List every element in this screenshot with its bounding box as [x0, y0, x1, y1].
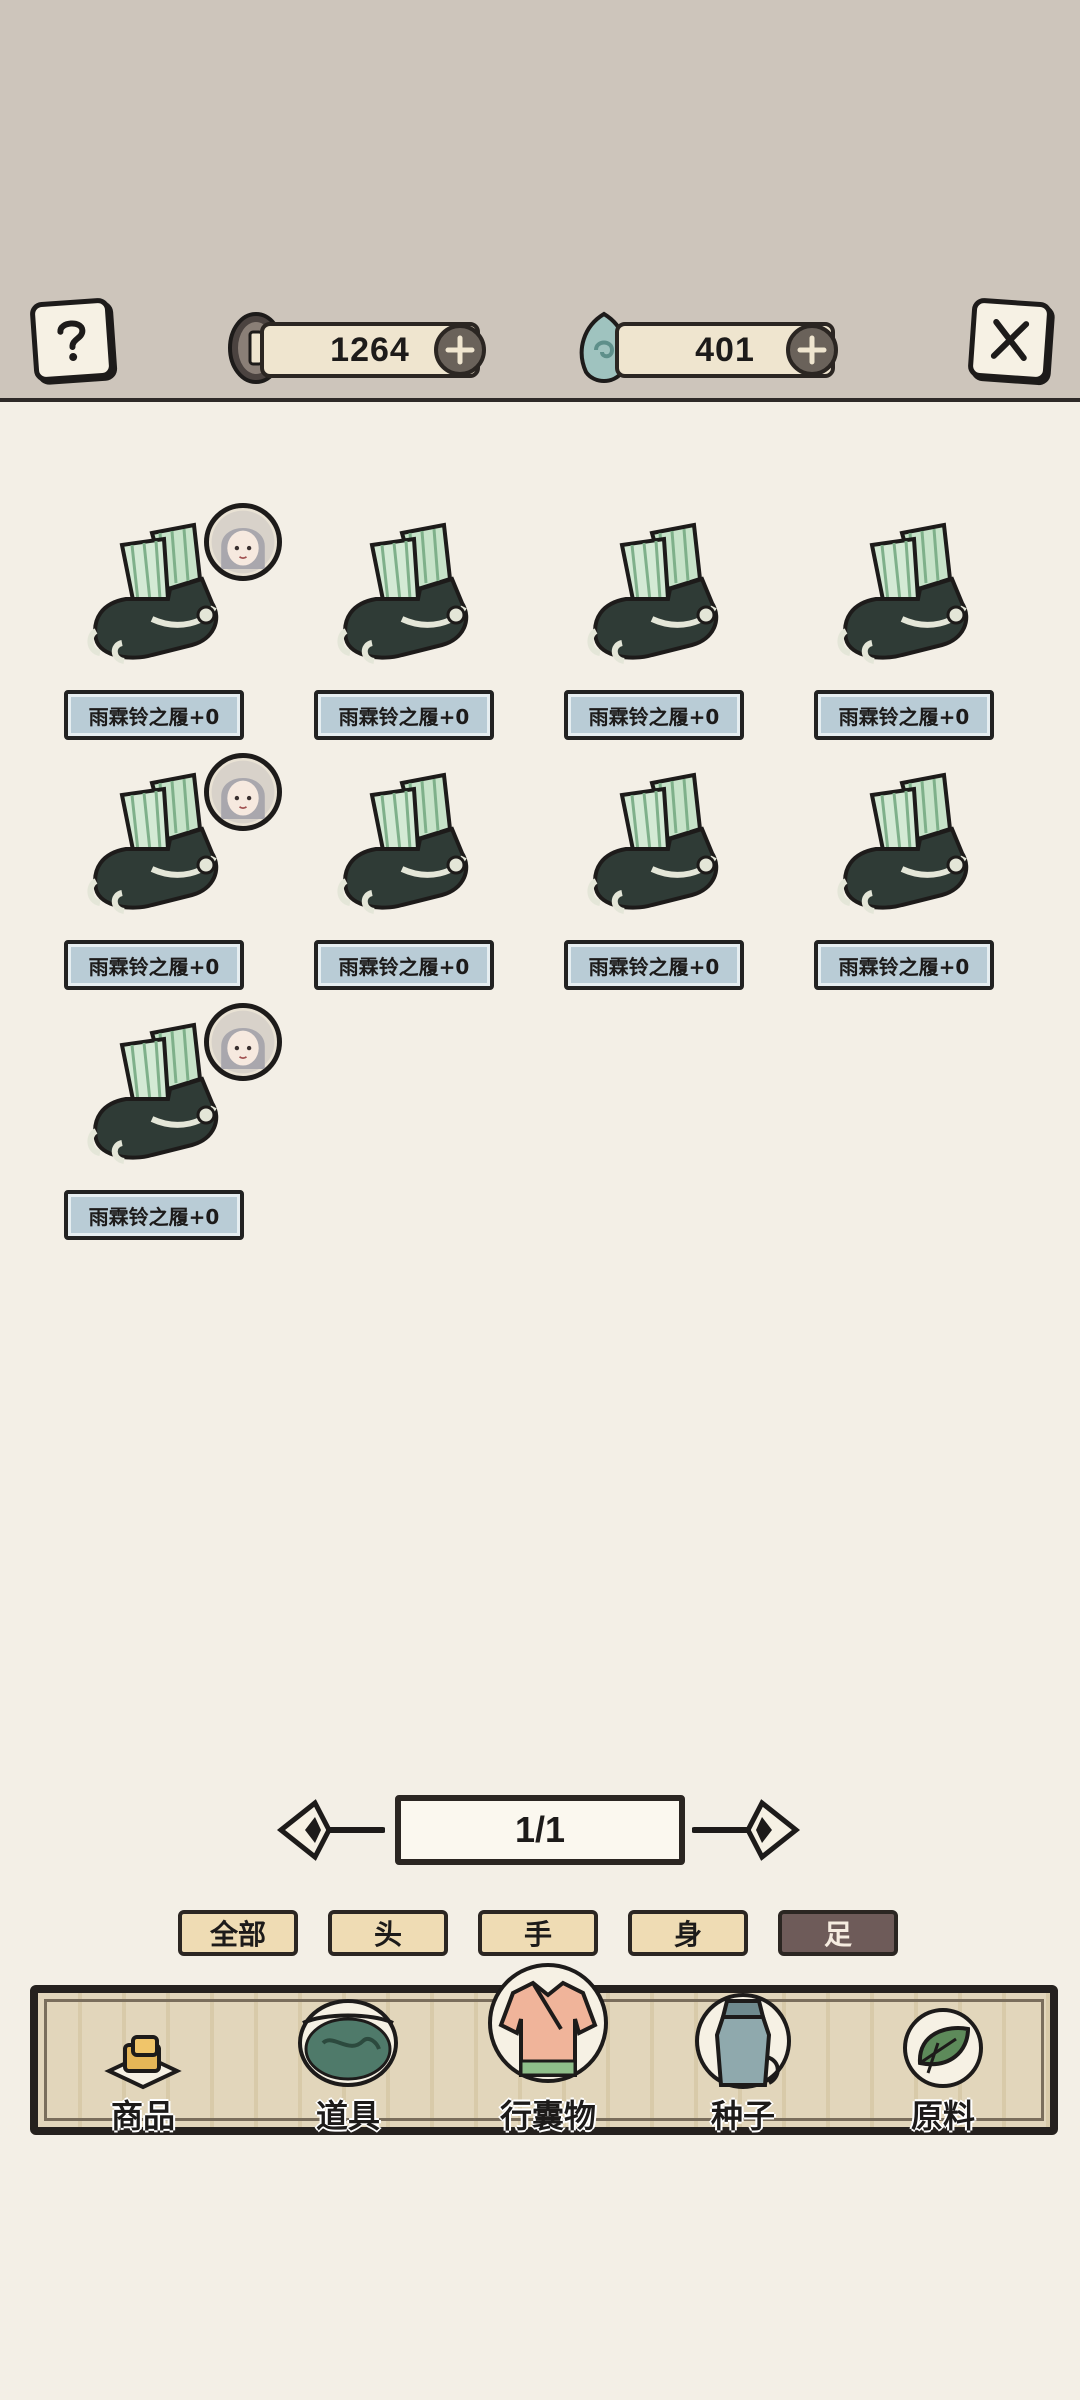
- add-gem-button[interactable]: [786, 324, 838, 376]
- item-name: 雨霖铃之履+0: [338, 704, 470, 729]
- robe-icon: [488, 1963, 608, 2083]
- boot-icon: [587, 772, 719, 914]
- equipped-character-avatar: [204, 503, 282, 581]
- bottom-category-nav: 商品 道具 行囊物 种子 原料: [30, 1963, 1058, 2135]
- item-name-plate: 雨霖铃之履+0: [64, 1190, 244, 1240]
- top-bar: [0, 0, 1080, 400]
- seed-jar-icon: [695, 1993, 791, 2089]
- item-name: 雨霖铃之履+0: [88, 954, 220, 979]
- filter-tab-label: 全部: [209, 1918, 266, 1951]
- filter-tab-label: 手: [523, 1918, 552, 1951]
- slot-filter-tabs: 全部 头 手 身 足: [178, 1910, 902, 1956]
- item-name-plate: 雨霖铃之履+0: [64, 940, 244, 990]
- fish-bowl-icon: [298, 1999, 398, 2087]
- prev-page-arrow-icon[interactable]: [275, 1795, 385, 1865]
- equipment-item[interactable]: 雨霖铃之履+0: [64, 1003, 282, 1240]
- boot-icon: [837, 522, 969, 664]
- header-divider: [0, 398, 1080, 402]
- nav-item[interactable]: 道具: [273, 1993, 423, 2143]
- item-name: 雨霖铃之履+0: [838, 704, 970, 729]
- nav-item[interactable]: 行囊物: [473, 1963, 623, 2143]
- next-page-arrow-icon[interactable]: [692, 1795, 802, 1865]
- question-icon: [57, 320, 86, 361]
- nav-item-label: 原料: [910, 2097, 975, 2135]
- boot-icon: [837, 772, 969, 914]
- boot-icon: [587, 522, 719, 664]
- item-name-plate: 雨霖铃之履+0: [814, 940, 994, 990]
- item-name: 雨霖铃之履+0: [588, 954, 720, 979]
- equipment-item[interactable]: 雨霖铃之履+0: [564, 755, 744, 990]
- equipment-item[interactable]: 雨霖铃之履+0: [64, 503, 282, 740]
- item-name: 雨霖铃之履+0: [88, 1204, 220, 1229]
- item-name-plate: 雨霖铃之履+0: [314, 690, 494, 740]
- filter-tab[interactable]: 头: [328, 1910, 448, 1956]
- filter-tab[interactable]: 足: [778, 1910, 898, 1956]
- item-name-plate: 雨霖铃之履+0: [314, 940, 494, 990]
- nav-item[interactable]: 种子: [668, 1993, 818, 2143]
- equipment-item[interactable]: 雨霖铃之履+0: [814, 755, 994, 990]
- nav-item-label: 行囊物: [499, 2097, 596, 2135]
- boot-icon: [337, 522, 469, 664]
- page-indicator: 1/1: [395, 1795, 685, 1865]
- leaf-icon: [903, 2008, 983, 2088]
- tofu-goods-icon: [104, 2035, 182, 2090]
- nav-item-label: 道具: [315, 2097, 380, 2135]
- page-number: 1/1: [514, 1809, 566, 1850]
- equipment-item[interactable]: 雨霖铃之履+0: [814, 505, 994, 740]
- filter-tab[interactable]: 全部: [178, 1910, 298, 1956]
- gem-amount: 401: [695, 330, 755, 369]
- help-button[interactable]: [29, 297, 115, 383]
- item-name: 雨霖铃之履+0: [838, 954, 970, 979]
- nav-item-label: 种子: [710, 2097, 775, 2135]
- item-name-plate: 雨霖铃之履+0: [64, 690, 244, 740]
- equipment-item[interactable]: 雨霖铃之履+0: [564, 505, 744, 740]
- item-name: 雨霖铃之履+0: [588, 704, 720, 729]
- nav-item[interactable]: 原料: [868, 1993, 1018, 2143]
- close-x-icon: [990, 318, 1030, 362]
- item-name-plate: 雨霖铃之履+0: [814, 690, 994, 740]
- filter-tab[interactable]: 身: [628, 1910, 748, 1956]
- nav-item-label: 商品: [110, 2097, 175, 2135]
- filter-tab[interactable]: 手: [478, 1910, 598, 1956]
- item-name: 雨霖铃之履+0: [88, 704, 220, 729]
- filter-tab-label: 身: [673, 1918, 702, 1951]
- close-button[interactable]: [967, 297, 1053, 383]
- plus-icon: [445, 335, 475, 365]
- item-name-plate: 雨霖铃之履+0: [564, 940, 744, 990]
- equipment-item[interactable]: 雨霖铃之履+0: [314, 505, 494, 740]
- equipped-character-avatar: [204, 753, 282, 831]
- nav-item[interactable]: 商品: [68, 1993, 218, 2143]
- coin-amount: 1264: [330, 330, 410, 369]
- item-name: 雨霖铃之履+0: [338, 954, 470, 979]
- equipped-character-avatar: [204, 1003, 282, 1081]
- boot-icon: [337, 772, 469, 914]
- filter-tab-label: 足: [823, 1918, 852, 1951]
- add-coin-button[interactable]: [434, 324, 486, 376]
- equipment-item[interactable]: 雨霖铃之履+0: [314, 755, 494, 990]
- plus-icon: [797, 335, 827, 365]
- item-name-plate: 雨霖铃之履+0: [564, 690, 744, 740]
- equipment-item[interactable]: 雨霖铃之履+0: [64, 753, 282, 990]
- filter-tab-label: 头: [373, 1918, 402, 1951]
